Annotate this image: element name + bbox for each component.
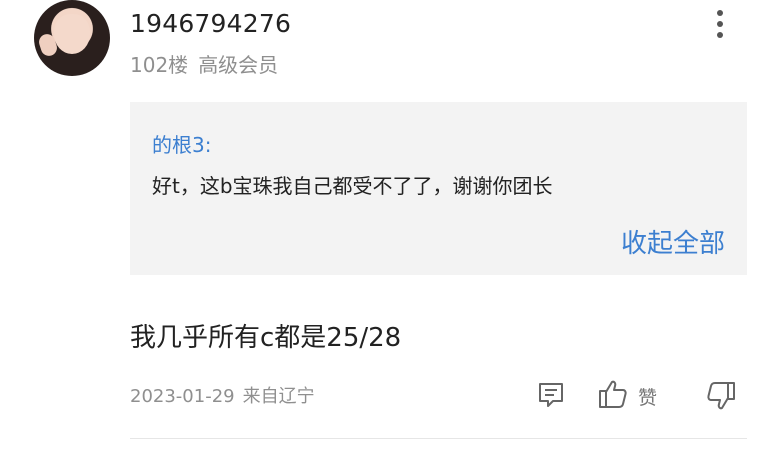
quote-text: 好t，这b宝珠我自己都受不了了，谢谢你团长 xyxy=(152,174,553,198)
post-location: 来自辽宁 xyxy=(242,386,315,407)
divider xyxy=(130,438,747,439)
collapse-all-button[interactable]: 收起全部 xyxy=(621,223,725,260)
quoted-reply: 的根3: 好t，这b宝珠我自己都受不了了，谢谢你团长 收起全部 xyxy=(130,102,747,275)
post-date-location: 2023-01-29 来自辽宁 xyxy=(130,382,315,408)
more-vertical-icon[interactable] xyxy=(710,10,730,44)
avatar[interactable] xyxy=(34,0,110,76)
post-date: 2023-01-29 xyxy=(130,386,235,407)
post-content: 我几乎所有c都是25/28 xyxy=(130,323,402,353)
like-label: 赞 xyxy=(638,387,658,409)
avatar-face xyxy=(54,14,90,54)
comment-icon[interactable] xyxy=(536,380,566,410)
thumbs-up-icon xyxy=(599,380,627,408)
username[interactable]: 1946794276 xyxy=(130,9,291,38)
quote-author[interactable]: 的根3: xyxy=(152,129,211,158)
post-meta: 102楼 高级会员 xyxy=(130,49,278,78)
member-level: 高级会员 xyxy=(198,53,279,77)
floor-number: 102楼 xyxy=(130,53,189,77)
thumbs-down-icon[interactable] xyxy=(705,380,737,412)
